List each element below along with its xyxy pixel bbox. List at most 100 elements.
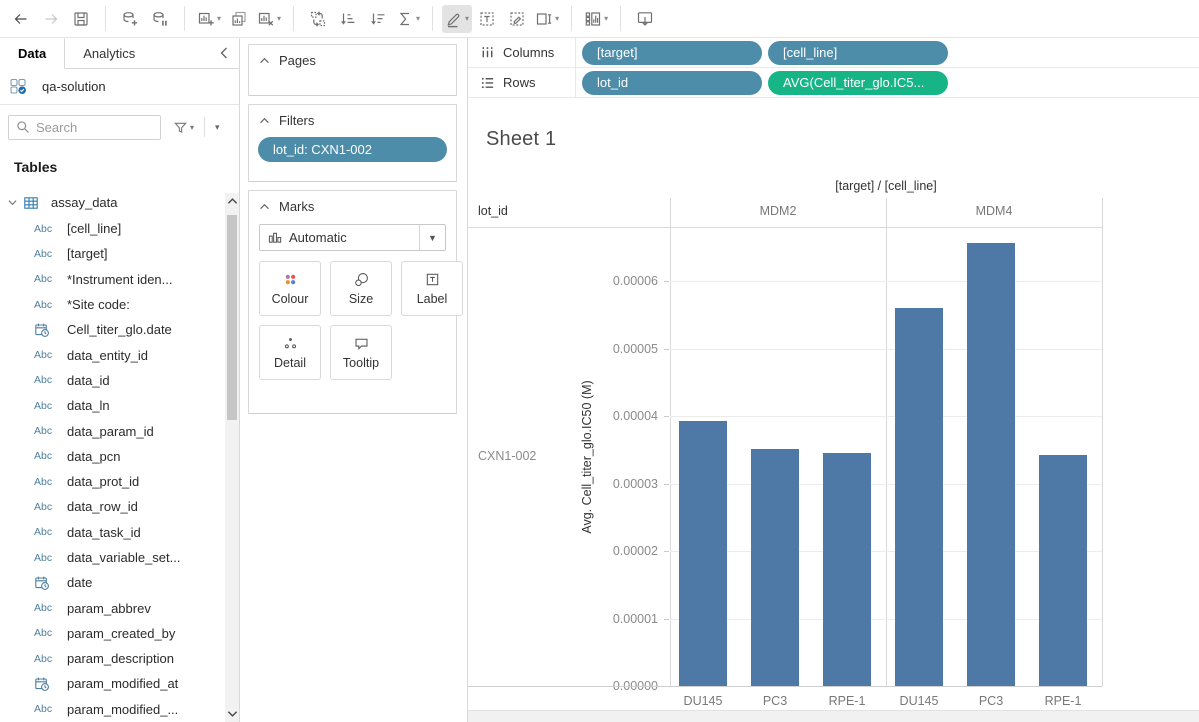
swap-rows-columns-button[interactable] (303, 5, 333, 33)
field-item[interactable]: Abc[target] (0, 241, 225, 266)
size-button[interactable]: Size (330, 261, 392, 316)
datasource-row[interactable]: qa-solution (0, 69, 239, 105)
datasource-icon (10, 78, 34, 95)
caret-down-icon: ▼ (419, 225, 445, 250)
chevron-down-icon[interactable] (8, 199, 17, 206)
search-input[interactable]: Search (8, 115, 161, 140)
scroll-up-icon[interactable] (225, 193, 239, 209)
pane-header: MDM2 (760, 204, 797, 218)
horizontal-scrollbar-track[interactable] (468, 710, 1199, 722)
highlight-button[interactable]: ▾ (442, 5, 472, 33)
field-item[interactable]: Abc[cell_line] (0, 216, 225, 241)
show-hide-cards-button[interactable]: ▾ (581, 5, 611, 33)
bar-MDM4-RPE-1[interactable] (1039, 455, 1087, 686)
search-icon (16, 120, 30, 134)
field-item[interactable]: param_modified_at (0, 671, 225, 696)
bar-MDM2-PC3[interactable] (751, 449, 799, 686)
field-item[interactable]: Abc*Instrument iden... (0, 267, 225, 292)
field-item[interactable]: Abcparam_abbrev (0, 595, 225, 620)
field-item[interactable]: Abcdata_entity_id (0, 342, 225, 367)
y-tick-label: 0.00006 (588, 274, 658, 288)
show-mark-labels-button[interactable] (472, 5, 502, 33)
field-item[interactable]: Abc*Site code: (0, 292, 225, 317)
colour-button[interactable]: Colour (259, 261, 321, 316)
undo-button[interactable] (6, 5, 36, 33)
table-row-assay-data[interactable]: assay_data (0, 189, 225, 216)
data-pane-options-button[interactable]: ▾ (211, 122, 224, 133)
fix-axes-button[interactable] (502, 5, 532, 33)
detail-button[interactable]: Detail (259, 325, 321, 380)
pause-auto-updates-button[interactable] (145, 5, 175, 33)
abc-string-icon: Abc (34, 223, 58, 235)
abc-string-icon: Abc (34, 299, 58, 311)
presentation-mode-button[interactable] (630, 5, 660, 33)
redo-button[interactable] (36, 5, 66, 33)
mark-type-dropdown[interactable]: Automatic ▼ (259, 224, 446, 251)
chevron-up-icon[interactable] (259, 57, 270, 64)
field-item[interactable]: Abcdata_row_id (0, 494, 225, 519)
abc-string-icon: Abc (34, 248, 58, 260)
bar-MDM4-DU145[interactable] (895, 308, 943, 686)
label-button[interactable]: Label (401, 261, 463, 316)
field-item[interactable]: Abcdata_ln (0, 393, 225, 418)
abc-string-icon: Abc (34, 627, 58, 639)
axis-tick (664, 349, 669, 350)
field-label: data_variable_set... (67, 550, 180, 565)
field-label: Cell_titer_glo.date (67, 322, 172, 337)
chevron-up-icon[interactable] (259, 117, 270, 124)
new-data-source-button[interactable] (115, 5, 145, 33)
colour-icon (282, 271, 299, 288)
bar-MDM2-DU145[interactable] (679, 421, 727, 686)
abc-string-icon: Abc (34, 400, 58, 412)
new-worksheet-button[interactable]: ▾ (194, 5, 224, 33)
filters-card: Filters lot_id: CXN1-002 (248, 104, 457, 182)
toolbar-divider (432, 6, 433, 31)
columns-icon (480, 45, 495, 60)
sort-ascending-button[interactable] (333, 5, 363, 33)
chevron-up-icon[interactable] (259, 203, 270, 210)
field-item[interactable]: Cell_titer_glo.date (0, 317, 225, 342)
save-button[interactable] (66, 5, 96, 33)
x-tick-label: PC3 (979, 694, 1003, 708)
caret-down-icon: ▾ (416, 14, 420, 23)
bar-MDM2-RPE-1[interactable] (823, 453, 871, 686)
field-item[interactable]: Abcparam_modified_... (0, 697, 225, 722)
field-item[interactable]: Abcparam_description (0, 646, 225, 671)
abc-string-icon: Abc (34, 349, 58, 361)
caret-down-icon: ▾ (190, 123, 194, 132)
bar-MDM4-PC3[interactable] (967, 243, 1015, 686)
tab-data[interactable]: Data (0, 38, 65, 69)
field-label: data_row_id (67, 499, 138, 514)
duplicate-button[interactable] (224, 5, 254, 33)
left-panel-scrollbar[interactable] (225, 193, 239, 722)
rows-pill[interactable]: lot_id (582, 71, 762, 95)
tab-analytics[interactable]: Analytics (65, 38, 153, 68)
columns-pill[interactable]: [target] (582, 41, 762, 65)
scrollbar-thumb[interactable] (227, 215, 237, 420)
field-item[interactable]: Abcdata_variable_set... (0, 545, 225, 570)
scroll-down-icon[interactable] (225, 706, 239, 722)
columns-pill[interactable]: [cell_line] (768, 41, 948, 65)
clear-sheet-button[interactable]: ▾ (254, 5, 284, 33)
field-item[interactable]: Abcdata_task_id (0, 520, 225, 545)
x-tick-label: PC3 (763, 694, 787, 708)
columns-shelf: Columns [target][cell_line] (468, 38, 1199, 68)
field-item[interactable]: date (0, 570, 225, 595)
field-item[interactable]: Abcdata_pcn (0, 444, 225, 469)
sort-descending-button[interactable] (363, 5, 393, 33)
field-item[interactable]: Abcparam_created_by (0, 621, 225, 646)
data-panel: DataAnalytics qa-solution Search ▾ ▾ (0, 38, 240, 722)
field-item[interactable]: Abcdata_prot_id (0, 469, 225, 494)
fit-button[interactable]: ▾ (532, 5, 562, 33)
filter-pill[interactable]: lot_id: CXN1-002 (258, 137, 447, 162)
collapse-pane-icon[interactable] (209, 38, 239, 68)
field-item[interactable]: Abcdata_param_id (0, 418, 225, 443)
y-tick-label: 0.00005 (588, 342, 658, 356)
filter-fields-button[interactable]: ▾ (169, 120, 198, 135)
field-item[interactable]: Abcdata_id (0, 368, 225, 393)
totals-button[interactable]: ▾ (393, 5, 423, 33)
tooltip-button[interactable]: Tooltip (330, 325, 392, 380)
row-field-header: lot_id (478, 204, 508, 218)
rows-pill[interactable]: AVG(Cell_titer_glo.IC5... (768, 71, 948, 95)
gridline (670, 484, 1102, 485)
